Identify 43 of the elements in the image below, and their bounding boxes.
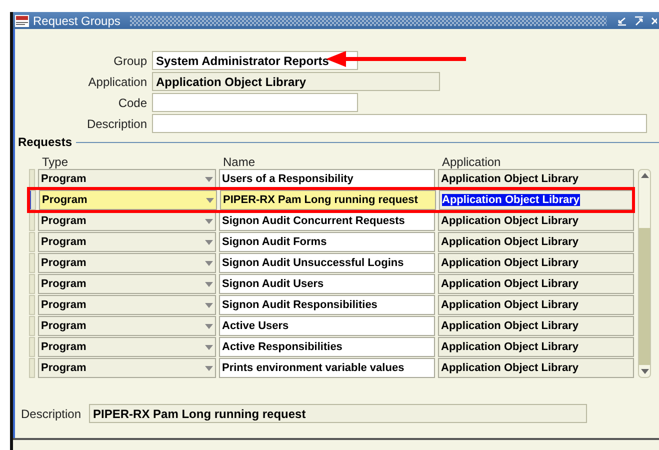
- window-title: Request Groups: [33, 14, 120, 28]
- type-dropdown[interactable]: Program: [38, 211, 216, 231]
- type-dropdown[interactable]: Program: [38, 295, 216, 315]
- table-cell[interactable]: Users of a Responsibility: [219, 169, 435, 189]
- table-cell[interactable]: Active Responsibilities: [219, 337, 435, 357]
- table-cell[interactable]: Signon Audit Concurrent Requests: [219, 211, 435, 231]
- table-cell[interactable]: PIPER-RX Pam Long running request: [220, 190, 436, 210]
- table-cell[interactable]: Application Object Library: [438, 274, 634, 294]
- table-cell[interactable]: Signon Audit Responsibilities: [219, 295, 435, 315]
- type-dropdown[interactable]: Program: [38, 169, 216, 189]
- table-cell[interactable]: Prints environment variable values: [219, 358, 435, 378]
- table-cell[interactable]: Application Object Library: [438, 358, 634, 378]
- table-cell[interactable]: Active Users: [219, 316, 435, 336]
- field-label: Group: [112, 54, 147, 68]
- type-dropdown[interactable]: Program: [38, 274, 216, 294]
- field-label: Description: [21, 406, 82, 420]
- type-dropdown[interactable]: Program: [39, 190, 217, 210]
- column-header: Application: [442, 155, 501, 169]
- table-cell[interactable]: Application Object Library: [439, 190, 635, 210]
- type-dropdown[interactable]: Program: [38, 316, 216, 336]
- type-dropdown[interactable]: Program: [38, 232, 216, 252]
- column-header: Name: [223, 155, 256, 169]
- table-cell[interactable]: Application Object Library: [438, 316, 634, 336]
- field-label: Application: [87, 74, 147, 88]
- type-dropdown[interactable]: Program: [38, 253, 216, 273]
- table-cell[interactable]: Application Object Library: [438, 295, 634, 315]
- input-field[interactable]: Application Object Library: [152, 72, 440, 91]
- table-cell[interactable]: Signon Audit Forms: [219, 232, 435, 252]
- input-field[interactable]: System Administrator Reports: [152, 51, 358, 70]
- type-dropdown[interactable]: Program: [38, 358, 216, 378]
- table-cell[interactable]: Application Object Library: [438, 253, 634, 273]
- input-field[interactable]: PIPER-RX Pam Long running request: [89, 404, 588, 423]
- section-title: Requests: [18, 135, 72, 149]
- column-header: Type: [42, 155, 70, 169]
- table-cell[interactable]: Signon Audit Unsuccessful Logins: [219, 253, 435, 273]
- field-label: Code: [117, 96, 147, 110]
- table-cell[interactable]: Application Object Library: [438, 169, 634, 189]
- table-cell[interactable]: Application Object Library: [438, 211, 634, 231]
- table-cell[interactable]: Application Object Library: [438, 337, 634, 357]
- field-label: Description: [86, 116, 147, 130]
- table-cell[interactable]: Application Object Library: [438, 232, 634, 252]
- table-cell[interactable]: Signon Audit Users: [219, 274, 435, 294]
- type-dropdown[interactable]: Program: [38, 337, 216, 357]
